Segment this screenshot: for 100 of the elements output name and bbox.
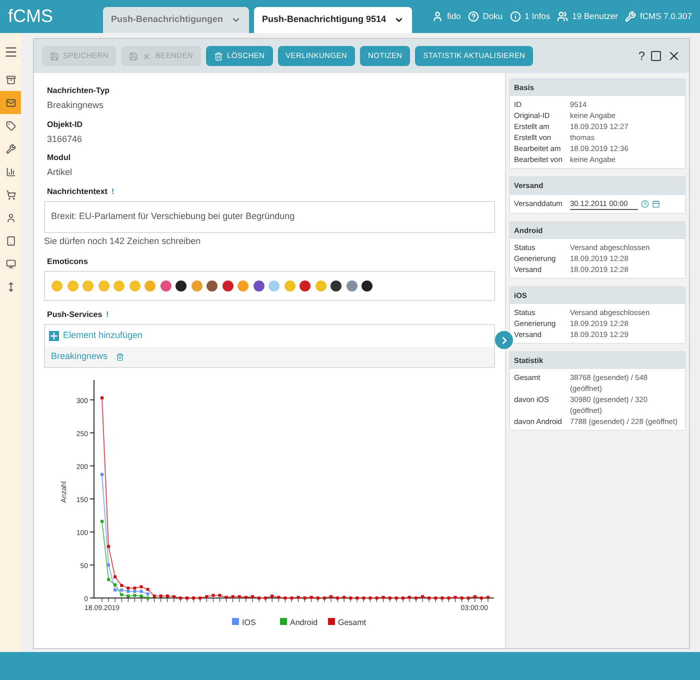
field-value: 3166746: [47, 132, 84, 146]
message-field[interactable]: Brexit: EU-Parlament für Verschiebung bei guter Begründung: [44, 200, 495, 232]
wrench-icon: [6, 144, 16, 154]
close-icon: [142, 52, 152, 60]
emoji-icon[interactable]: [175, 280, 187, 292]
ios-point: [120, 588, 124, 592]
header-link[interactable]: Doku: [468, 10, 503, 23]
total-point: [100, 396, 104, 400]
total-point: [192, 596, 196, 600]
total-point: [394, 596, 398, 600]
total-point: [310, 596, 313, 599]
total-point: [460, 596, 464, 600]
ios-point: [126, 590, 130, 593]
total-point: [231, 595, 234, 598]
total-point: [264, 596, 268, 600]
total-point: [166, 594, 169, 598]
total-point: [270, 594, 274, 598]
total-point: [408, 596, 411, 599]
tab[interactable]: Push-Benachrichtigung 9514: [254, 7, 412, 33]
total-point: [146, 588, 150, 591]
field-value: Artikel: [47, 166, 74, 179]
header-link[interactable]: fido: [432, 10, 461, 23]
total-point: [172, 595, 176, 598]
ios-point: [133, 590, 136, 593]
total-point: [434, 596, 438, 600]
required-mark: !: [111, 186, 114, 198]
total-point: [447, 596, 450, 600]
calendar-icon[interactable]: [652, 200, 660, 208]
header-link[interactable]: fCMS 7.0.307: [625, 10, 692, 23]
total-point: [322, 596, 326, 600]
total-point: [120, 584, 124, 587]
total-point: [198, 596, 202, 600]
archive-icon: [6, 74, 16, 84]
total-point: [179, 596, 182, 600]
total-point: [224, 596, 228, 599]
legend-label: IOS: [242, 618, 256, 627]
emoji-icon[interactable]: [330, 280, 342, 292]
total-point: [152, 594, 156, 598]
total-point: [454, 596, 457, 599]
tag-icon: [6, 120, 16, 130]
monitor-icon: [6, 258, 16, 268]
total-point: [329, 595, 332, 598]
help-icon: [468, 11, 479, 22]
add-element-link[interactable]: Element hinzufügen: [63, 329, 143, 343]
help-button[interactable]: ?: [638, 47, 645, 65]
total-point: [258, 596, 261, 600]
header-link[interactable]: 19 Benutzer: [557, 10, 618, 23]
caret-icon: [231, 15, 242, 25]
emoji-icon[interactable]: [361, 280, 373, 292]
menu-icon[interactable]: [4, 45, 18, 59]
user-icon: [432, 11, 444, 22]
clock-icon[interactable]: [640, 200, 649, 208]
android-point: [114, 583, 117, 586]
android-point: [133, 594, 136, 597]
bar-chart-icon: [6, 166, 16, 176]
trash-icon[interactable]: [116, 353, 124, 361]
android-point: [146, 596, 150, 600]
android-point: [140, 594, 143, 598]
field-label: Modul: [47, 152, 72, 164]
close-icon[interactable]: [667, 49, 681, 63]
android-point: [100, 520, 104, 523]
field-label: Push-Services: [47, 309, 102, 321]
total-point: [186, 596, 189, 600]
sidebar-item[interactable]: [0, 91, 21, 114]
android-point: [120, 593, 124, 596]
total-point: [244, 596, 248, 599]
total-point: [205, 595, 208, 598]
field-value: Breakingnews: [47, 99, 105, 112]
total-point: [414, 596, 418, 600]
wrench-icon: [625, 11, 636, 22]
plus-icon[interactable]: [49, 331, 59, 341]
info-icon: [510, 11, 521, 22]
ios-point: [146, 592, 150, 596]
trash-icon: [214, 52, 224, 60]
total-point: [238, 595, 241, 598]
expand-button[interactable]: [495, 331, 513, 349]
legend-label: Android: [290, 618, 318, 627]
total-point: [303, 596, 306, 600]
save-icon: [129, 52, 138, 60]
save-icon: [50, 52, 59, 60]
field-label: Nachrichtentext: [47, 186, 108, 198]
mail-icon: [6, 98, 16, 108]
tab[interactable]: Push-Benachrichtigungen: [103, 7, 250, 33]
maximize-icon[interactable]: [650, 50, 662, 62]
total-point: [401, 596, 404, 600]
header-link[interactable]: 1 Infos: [510, 10, 550, 23]
total-point: [473, 595, 476, 598]
total-point: [349, 596, 352, 600]
total-point: [388, 596, 392, 600]
total-point: [440, 596, 444, 600]
total-point: [277, 596, 280, 599]
total-point: [284, 596, 287, 600]
service-link[interactable]: Breakingnews: [51, 350, 108, 364]
total-point: [296, 596, 300, 599]
android-point: [126, 594, 130, 598]
total-point: [428, 596, 431, 600]
total-point: [316, 596, 320, 600]
total-point: [356, 596, 359, 600]
total-point: [218, 594, 222, 597]
character-hint: Sie dürfen noch 142 Zeichen schreiben: [44, 234, 202, 248]
